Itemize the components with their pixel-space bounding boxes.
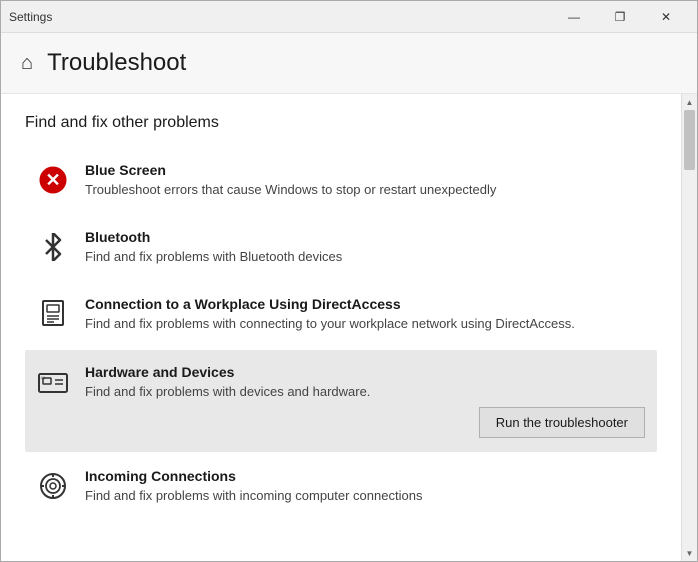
item-text: Blue Screen Troubleshoot errors that cau…: [85, 162, 645, 199]
run-btn-row: Run the troubleshooter: [85, 407, 645, 438]
item-text: Incoming Connections Find and fix proble…: [85, 468, 645, 505]
item-desc: Find and fix problems with Bluetooth dev…: [85, 248, 645, 266]
bluetooth-icon: [37, 231, 69, 263]
item-name: Hardware and Devices: [85, 364, 645, 380]
settings-window: Settings — ❐ ✕ ⌂ Troubleshoot Find and f…: [0, 0, 698, 562]
svg-text:✕: ✕: [45, 170, 60, 190]
run-troubleshooter-button[interactable]: Run the troubleshooter: [479, 407, 645, 438]
item-desc: Find and fix problems with incoming comp…: [85, 487, 645, 505]
title-bar: Settings — ❐ ✕: [1, 1, 697, 33]
directaccess-icon: [37, 298, 69, 330]
item-name: Bluetooth: [85, 229, 645, 245]
item-name: Incoming Connections: [85, 468, 645, 484]
item-desc: Troubleshoot errors that cause Windows t…: [85, 181, 645, 199]
item-text: Bluetooth Find and fix problems with Blu…: [85, 229, 645, 266]
list-item[interactable]: Incoming Connections Find and fix proble…: [25, 454, 657, 519]
item-text: Hardware and Devices Find and fix proble…: [85, 364, 645, 438]
scrollbar[interactable]: ▲ ▼: [681, 94, 697, 561]
window-controls: — ❐ ✕: [551, 1, 689, 33]
item-text: Connection to a Workplace Using DirectAc…: [85, 296, 645, 333]
list-item[interactable]: Bluetooth Find and fix problems with Blu…: [25, 215, 657, 280]
scroll-up-button[interactable]: ▲: [682, 94, 698, 110]
incoming-icon: [37, 470, 69, 502]
item-desc: Find and fix problems with devices and h…: [85, 383, 645, 401]
page-title: Troubleshoot: [47, 49, 186, 77]
close-button[interactable]: ✕: [643, 1, 689, 33]
content-area: Find and fix other problems ✕ Blue Scree…: [1, 94, 697, 561]
page-header: ⌂ Troubleshoot: [1, 33, 697, 94]
list-item[interactable]: ✕ Blue Screen Troubleshoot errors that c…: [25, 148, 657, 213]
window-title: Settings: [9, 10, 551, 24]
main-content: Find and fix other problems ✕ Blue Scree…: [1, 94, 681, 561]
item-desc: Find and fix problems with connecting to…: [85, 315, 645, 333]
section-title: Find and fix other problems: [25, 114, 657, 132]
minimize-button[interactable]: —: [551, 1, 597, 33]
scroll-thumb[interactable]: [684, 110, 695, 170]
item-name: Blue Screen: [85, 162, 645, 178]
list-item[interactable]: Connection to a Workplace Using DirectAc…: [25, 282, 657, 347]
item-name: Connection to a Workplace Using DirectAc…: [85, 296, 645, 312]
scroll-down-button[interactable]: ▼: [682, 545, 698, 561]
bluescreen-icon: ✕: [37, 164, 69, 196]
home-icon[interactable]: ⌂: [21, 52, 33, 75]
hardware-icon: [37, 366, 69, 398]
maximize-button[interactable]: ❐: [597, 1, 643, 33]
list-item[interactable]: Hardware and Devices Find and fix proble…: [25, 350, 657, 452]
scroll-track: [682, 110, 697, 545]
